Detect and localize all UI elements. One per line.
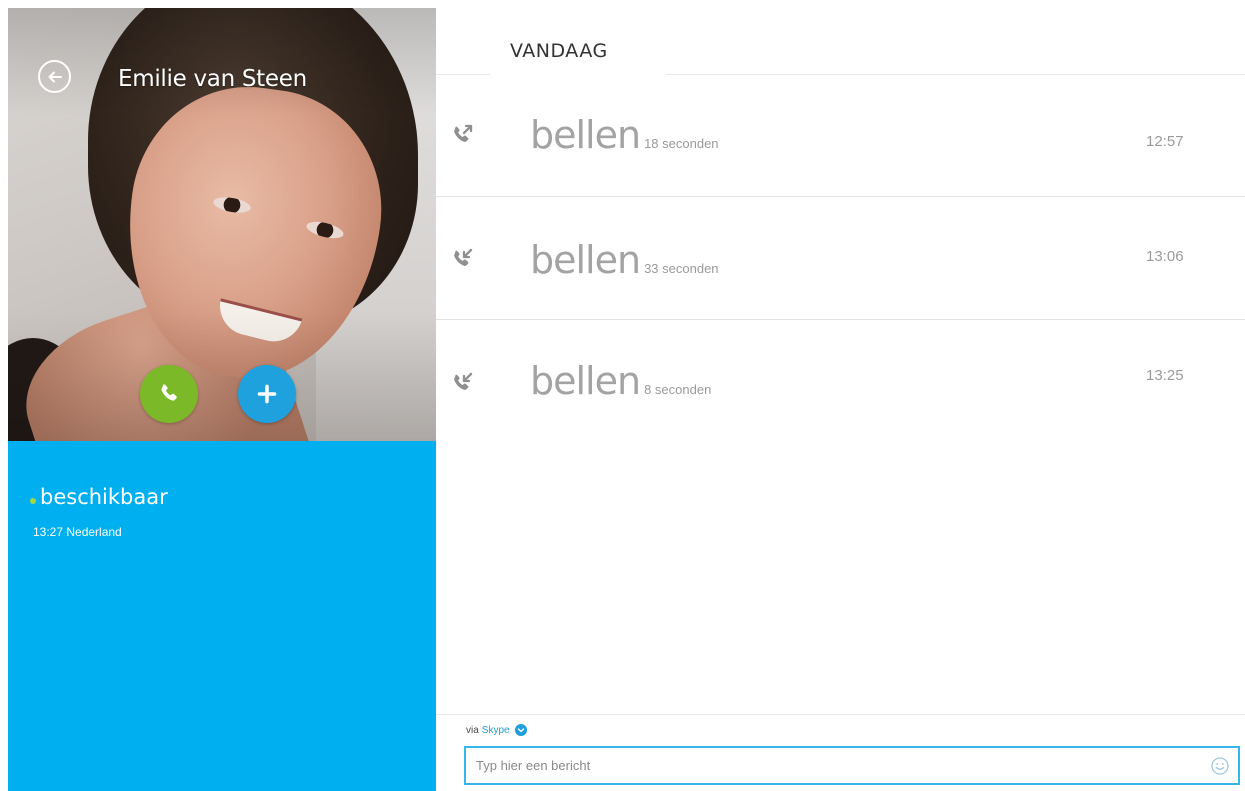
back-button[interactable]: [38, 60, 71, 93]
incoming-call-icon: [450, 369, 476, 395]
back-arrow-icon: [48, 71, 62, 82]
conversation-panel: VANDAAG bellen 18 seconden 12:57 bellen 33…: [436, 0, 1245, 791]
local-time-location: 13:27 Nederland: [33, 525, 122, 539]
call-duration: 18 seconden: [644, 136, 719, 151]
call-entry: bellen 8 seconden: [530, 359, 711, 403]
add-participant-button[interactable]: [238, 365, 296, 423]
call-duration: 8 seconden: [644, 382, 712, 397]
outgoing-call-icon: [450, 121, 476, 147]
chevron-down-icon[interactable]: [514, 724, 527, 736]
emoticon-icon[interactable]: [1210, 756, 1230, 776]
via-prefix: via: [466, 724, 479, 736]
presence-status: beschikbaar: [40, 485, 168, 509]
call-time: 13:06: [1146, 248, 1184, 265]
call-duration: 33 seconden: [644, 261, 719, 276]
via-service-name[interactable]: Skype: [482, 725, 510, 736]
message-box: [464, 746, 1240, 785]
call-entry: bellen 18 seconden: [530, 113, 719, 157]
message-input[interactable]: [476, 748, 1196, 783]
phone-icon: [161, 384, 177, 401]
call-history-row: bellen 18 seconden 12:57: [436, 75, 1245, 197]
status-panel: beschikbaar 13:27 Nederland: [8, 441, 436, 791]
call-label: bellen: [530, 113, 641, 157]
plus-icon: [257, 384, 277, 404]
presence-dot-icon: [30, 498, 36, 504]
call-label: bellen: [530, 238, 641, 282]
call-button[interactable]: [140, 365, 198, 423]
via-service-selector[interactable]: via Skype: [466, 724, 527, 736]
call-history-row: bellen 8 seconden 13:25: [436, 321, 1245, 443]
call-label: bellen: [530, 359, 641, 403]
contact-panel: Emilie van Steen beschikbaar 13:27 Neder…: [8, 8, 436, 791]
incoming-call-icon: [450, 245, 476, 271]
composer-divider: [436, 714, 1245, 715]
call-entry: bellen 33 seconden: [530, 238, 719, 282]
contact-name: Emilie van Steen: [118, 66, 307, 92]
call-history-row: bellen 33 seconden 13:06: [436, 198, 1245, 320]
date-header: VANDAAG: [510, 40, 608, 62]
call-time: 12:57: [1146, 133, 1184, 150]
call-time: 13:25: [1146, 367, 1184, 384]
